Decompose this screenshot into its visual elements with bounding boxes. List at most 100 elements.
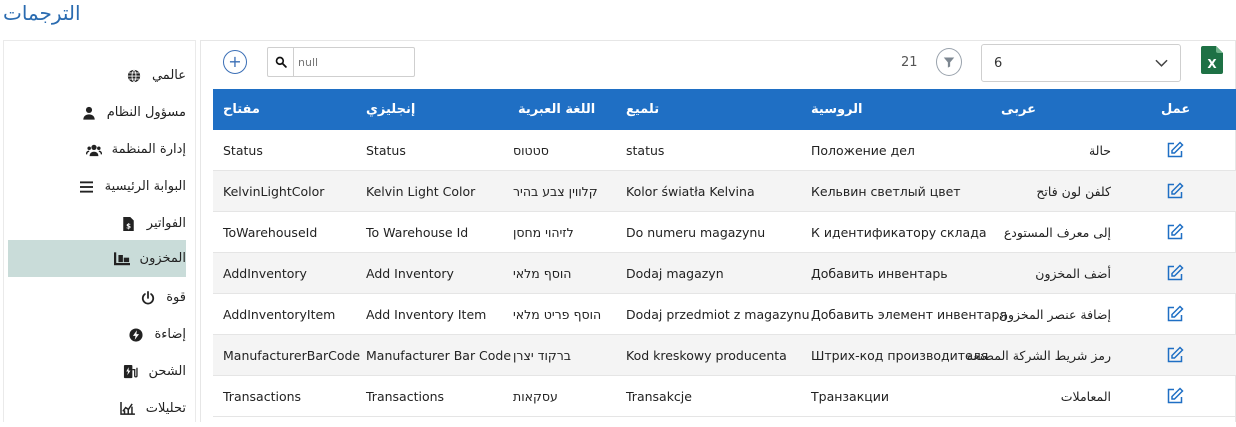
sidebar-item-label: الشحن [148,364,186,379]
header-russian[interactable]: الروسية [811,89,869,130]
sidebar-item-system-admin[interactable]: مسؤول النظام [8,94,186,131]
cell-arabic: إضافة عنصر المخزون [998,306,1111,322]
cell-polish: Dodaj przedmiot z magazynu [626,306,810,322]
cell-key: Transactions [223,388,302,404]
search-box [267,47,415,77]
cell-arabic: أضف المخزون [1035,265,1111,281]
sidebar: عالمي مسؤول النظام إدارة المنظمة البوابة… [3,40,196,422]
select-value: 6 [994,55,1003,71]
edit-icon [1167,264,1184,281]
sidebar-item-inventory[interactable]: المخزون [8,240,186,277]
cell-polish: Do numeru magazynu [626,224,766,240]
cell-hebrew: עסקאות [513,388,558,404]
toolbar: + 21 6 X [201,41,1235,87]
header-action: عمل [1161,102,1191,117]
table-header: مفتاح إنجليزي اللغة العبرية تلميع الروسي… [213,89,1236,130]
header-hebrew[interactable]: اللغة العبرية [518,89,596,130]
cell-polish: Kod kreskowy producenta [626,347,787,363]
edit-icon [1167,182,1184,199]
table-row: KelvinLightColor Kelvin Light Color קלוו… [213,171,1236,212]
edit-button[interactable] [1163,212,1187,252]
header-arabic[interactable]: عربى [1001,89,1036,130]
header-polish[interactable]: تلميع [626,89,662,130]
export-excel-button[interactable]: X [1201,46,1223,78]
page-size-select[interactable]: 6 [981,44,1181,82]
translations-table: مفتاح إنجليزي اللغة العبرية تلميع الروسي… [213,89,1236,417]
cell-english: Add Inventory [366,265,454,281]
edit-icon [1167,346,1184,363]
excel-icon: X [1201,46,1223,78]
edit-icon [1167,305,1184,322]
filter-icon [943,53,955,72]
header-key[interactable]: مفتاح [223,89,260,130]
cell-russian: Положение дел [811,142,915,158]
record-count: 21 [901,55,918,70]
edit-button[interactable] [1163,294,1187,334]
page-title: الترجمات [3,1,81,25]
bolt-icon [128,327,144,343]
sidebar-item-label: عالمي [151,68,186,83]
cell-english: To Warehouse Id [366,224,469,240]
table-row: AddInventory Add Inventory הוסף מלאי Dod… [213,253,1236,294]
cell-polish: Dodaj magazyn [626,265,724,281]
sidebar-item-charging[interactable]: الشحن [8,353,186,390]
cell-arabic: حالة [1088,142,1111,158]
chevron-down-icon [1155,56,1168,71]
sidebar-item-global[interactable]: عالمي [8,57,186,94]
cell-arabic: رمز شريط الشركة المصنعة [966,347,1111,363]
cell-key: ManufacturerBarCode [223,347,361,363]
cell-key: AddInventoryItem [223,306,336,322]
header-english[interactable]: إنجليزي [366,89,415,130]
search-input[interactable] [294,50,414,74]
cell-arabic: إلى معرف المستودع [1003,224,1111,240]
edit-button[interactable] [1163,171,1187,211]
edit-icon [1167,141,1184,158]
table-row: Transactions Transactions עסקאות Transak… [213,376,1236,417]
cell-russian: Штрих-код производителя [811,347,989,363]
sidebar-item-main-portal[interactable]: البوابة الرئيسية [8,168,186,205]
user-icon [81,105,97,121]
cell-key: AddInventory [223,265,307,281]
sidebar-item-label: الفواتير [146,216,186,231]
chart-icon [120,401,136,417]
search-icon[interactable] [268,48,294,76]
sidebar-item-label: إدارة المنظمة [111,142,186,157]
table-row: ToWarehouseId To Warehouse Id לזיהוי מחס… [213,212,1236,253]
cell-russian: Транзакции [811,388,890,404]
sidebar-item-power[interactable]: قوة [8,279,186,316]
edit-button[interactable] [1163,253,1187,293]
filter-button[interactable] [936,48,962,76]
sidebar-item-label: تحليلات [145,401,186,416]
warehouse-icon [113,251,130,267]
cell-arabic: كلفن لون فاتح [1036,183,1111,199]
add-translation-button[interactable]: + [223,50,247,74]
globe-icon [126,68,142,84]
cell-arabic: المعاملات [1060,388,1111,404]
edit-button[interactable] [1163,130,1187,170]
power-icon [140,290,156,306]
translations-panel: + 21 6 X مفتاح إنجليزي [200,40,1236,422]
cell-english: Status [366,142,406,158]
cell-english: Manufacturer Bar Code [366,347,512,363]
invoice-icon: $ [121,216,137,232]
table-row: ManufacturerBarCode Manufacturer Bar Cod… [213,335,1236,376]
edit-button[interactable] [1163,335,1187,375]
edit-icon [1167,387,1184,404]
sidebar-item-label: قوة [166,290,186,305]
sidebar-item-invoices[interactable]: $ الفواتير [8,205,186,242]
edit-button[interactable] [1163,376,1187,416]
table-row: AddInventoryItem Add Inventory Item הוסף… [213,294,1236,335]
sidebar-item-lighting[interactable]: إضاءة [8,316,186,353]
cell-english: Transactions [366,388,445,404]
users-icon [85,142,102,158]
cell-hebrew: קלווין צבע בהיר [513,183,598,199]
cell-polish: Kolor światła Kelvina [626,183,755,199]
sidebar-item-organization[interactable]: إدارة المنظمة [8,131,186,168]
sidebar-item-label: المخزون [139,251,186,266]
sidebar-item-analytics[interactable]: تحليلات [8,390,186,427]
cell-russian: Добавить элемент инвентаря [811,306,1007,322]
edit-icon [1167,223,1184,240]
cell-hebrew: ברקוד יצרן [513,347,572,363]
cell-english: Kelvin Light Color [366,183,476,199]
cell-russian: Добавить инвентарь [811,265,948,281]
